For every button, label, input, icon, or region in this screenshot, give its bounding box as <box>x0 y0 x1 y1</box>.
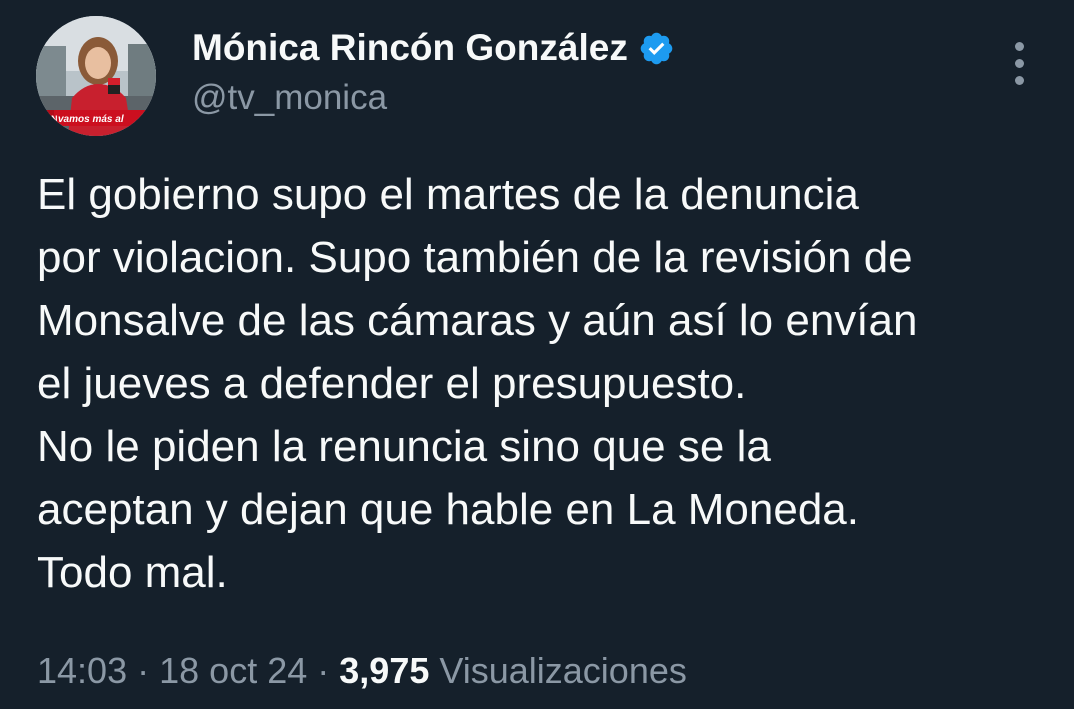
tweet-line: por violacion. Supo también de la revisi… <box>37 233 913 282</box>
tweet-line: No le piden la renuncia sino que se la <box>37 422 771 471</box>
tweet-meta: 14:03 · 18 oct 24 · 3,975 Visualizacione… <box>37 648 687 694</box>
avatar-photo: CNN vamos más al <box>36 16 156 136</box>
tweet-time[interactable]: 14:03 <box>37 650 127 691</box>
more-dot <box>1015 59 1024 68</box>
avatar-banner-text: vamos más al <box>58 114 124 125</box>
views-label: Visualizaciones <box>439 650 687 691</box>
tweet-line: el jueves a defender el presupuesto. <box>37 359 747 408</box>
tweet-line: aceptan y dejan que hable en La Moneda. <box>37 485 859 534</box>
tweet-line: Monsalve de las cámaras y aún así lo env… <box>37 296 918 345</box>
more-dot <box>1015 42 1024 51</box>
meta-separator: · <box>317 650 330 691</box>
tweet-text: El gobierno supo el martes de la denunci… <box>37 163 1057 604</box>
more-dot <box>1015 76 1024 85</box>
avatar-logo-text: CNN <box>38 114 58 124</box>
display-name-text: Mónica Rincón González <box>192 27 628 68</box>
author-handle[interactable]: @tv_monica <box>192 78 387 118</box>
tweet-line: Todo mal. <box>37 548 228 597</box>
author-display-name[interactable]: Mónica Rincón González <box>192 26 675 70</box>
avatar[interactable]: CNN vamos más al <box>36 16 156 136</box>
tweet-line: El gobierno supo el martes de la denunci… <box>37 170 859 219</box>
tweet-date[interactable]: 18 oct 24 <box>159 650 307 691</box>
verified-badge-icon <box>640 32 673 64</box>
meta-separator: · <box>137 650 150 691</box>
more-options-icon[interactable] <box>1008 42 1032 86</box>
views-count[interactable]: 3,975 <box>339 650 429 691</box>
